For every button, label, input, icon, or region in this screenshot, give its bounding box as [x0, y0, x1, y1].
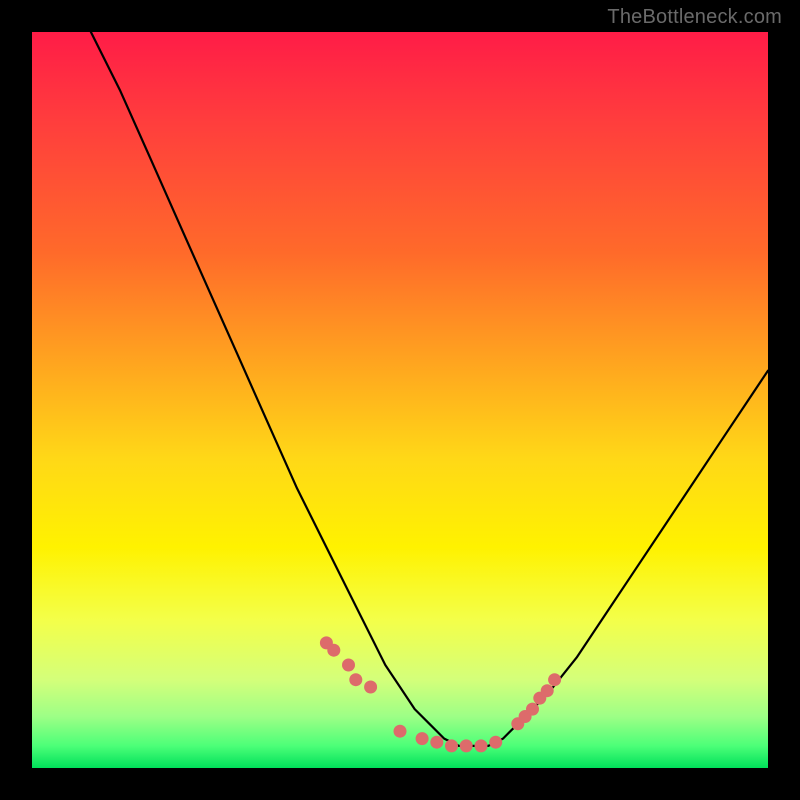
highlight-dot [475, 739, 488, 752]
chart-frame: TheBottleneck.com [0, 0, 800, 800]
highlight-dot [489, 736, 502, 749]
watermark-text: TheBottleneck.com [607, 6, 782, 29]
highlight-dot [416, 732, 429, 745]
highlight-dot [460, 739, 473, 752]
highlight-dot [342, 659, 355, 672]
plot-area [32, 32, 768, 768]
highlight-dot [526, 703, 539, 716]
highlight-dot [541, 684, 554, 697]
highlight-dot [548, 673, 561, 686]
highlight-dot [349, 673, 362, 686]
highlight-dot [327, 644, 340, 657]
highlight-dot [445, 739, 458, 752]
highlight-dot [364, 681, 377, 694]
bottleneck-curve [91, 32, 768, 746]
highlight-dot [394, 725, 407, 738]
highlight-dot [430, 736, 443, 749]
curve-overlay [32, 32, 768, 768]
